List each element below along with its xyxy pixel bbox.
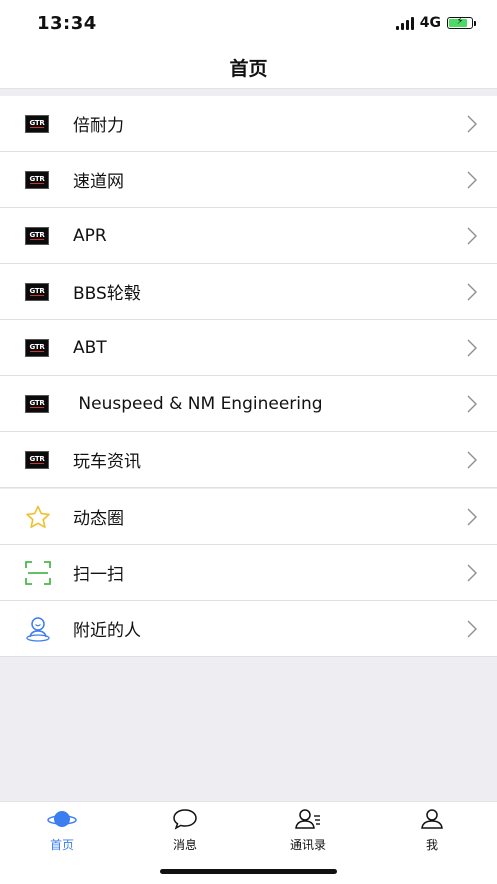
chevron-right-icon <box>467 115 477 132</box>
tab-messages[interactable]: 消息 <box>145 808 225 853</box>
chevron-right-icon <box>467 339 477 356</box>
tab-label: 通讯录 <box>289 838 326 852</box>
list-item-label: Neuspeed & NM Engineering <box>73 393 323 414</box>
list-item-brand-1[interactable]: GTR 速道网 <box>0 152 497 208</box>
contacts-icon <box>295 809 320 829</box>
person-icon <box>421 809 443 829</box>
brand-list: GTR 倍耐力 GTR 速道网 GTR APR GTR BBS轮毂 GTR AB… <box>0 96 497 488</box>
tab-contacts[interactable]: 通讯录 <box>268 808 348 853</box>
gtr-logo-icon: GTR <box>25 450 49 469</box>
gtr-logo-icon: GTR <box>25 226 49 245</box>
tab-label: 消息 <box>172 838 197 852</box>
tab-me[interactable]: 我 <box>392 808 472 853</box>
list-item-brand-3[interactable]: GTR BBS轮毂 <box>0 264 497 320</box>
gtr-logo-icon: GTR <box>25 394 49 413</box>
home-indicator <box>160 869 337 874</box>
list-item-brand-2[interactable]: GTR APR <box>0 208 497 264</box>
status-bar: 13:34 4G ⚡ <box>0 0 497 46</box>
signal-icon <box>395 16 414 30</box>
chat-bubble-icon <box>173 809 197 830</box>
tab-label: 首页 <box>49 838 74 852</box>
list-item-label: ABT <box>73 337 107 358</box>
chevron-right-icon <box>467 620 477 637</box>
star-icon <box>26 505 50 528</box>
chevron-right-icon <box>467 508 477 525</box>
gtr-logo-icon: GTR <box>25 114 49 133</box>
planet-icon <box>47 811 77 827</box>
list-item-scan[interactable]: 扫一扫 <box>0 545 497 601</box>
gtr-logo-icon: GTR <box>25 282 49 301</box>
list-item-brand-6[interactable]: GTR 玩车资讯 <box>0 432 497 488</box>
list-item-brand-0[interactable]: GTR 倍耐力 <box>0 96 497 152</box>
tab-home[interactable]: 首页 <box>22 808 102 853</box>
feature-list: 动态圈 扫一扫 附近的人 <box>0 489 497 657</box>
tab-label: 我 <box>425 838 438 852</box>
chevron-right-icon <box>467 451 477 468</box>
list-item-label: 动态圈 <box>73 509 124 529</box>
nearby-person-icon <box>26 616 50 642</box>
scan-icon <box>25 560 51 585</box>
gtr-logo-icon: GTR <box>25 170 49 189</box>
list-item-nearby[interactable]: 附近的人 <box>0 601 497 657</box>
list-item-moments[interactable]: 动态圈 <box>0 489 497 545</box>
battery-icon: ⚡ <box>447 16 476 29</box>
page-title: 首页 <box>229 57 268 80</box>
gtr-logo-icon: GTR <box>25 338 49 357</box>
list-item-brand-4[interactable]: GTR ABT <box>0 320 497 376</box>
list-item-label: 速道网 <box>73 172 124 192</box>
list-item-label: 倍耐力 <box>73 116 124 136</box>
list-item-label: APR <box>73 225 107 246</box>
list-item-label: 附近的人 <box>73 621 141 641</box>
list-item-label: 扫一扫 <box>73 565 124 585</box>
nav-bar: 首页 <box>0 46 497 89</box>
chevron-right-icon <box>467 395 477 412</box>
status-time: 13:34 <box>37 13 97 34</box>
list-item-label: 玩车资讯 <box>73 452 141 472</box>
chevron-right-icon <box>467 227 477 244</box>
chevron-right-icon <box>467 171 477 188</box>
list-item-label: BBS轮毂 <box>73 284 141 304</box>
list-item-brand-5[interactable]: GTR Neuspeed & NM Engineering <box>0 376 497 432</box>
network-type: 4G <box>419 15 441 31</box>
status-indicators: 4G ⚡ <box>395 15 476 31</box>
chevron-right-icon <box>467 283 477 300</box>
chevron-right-icon <box>467 564 477 581</box>
